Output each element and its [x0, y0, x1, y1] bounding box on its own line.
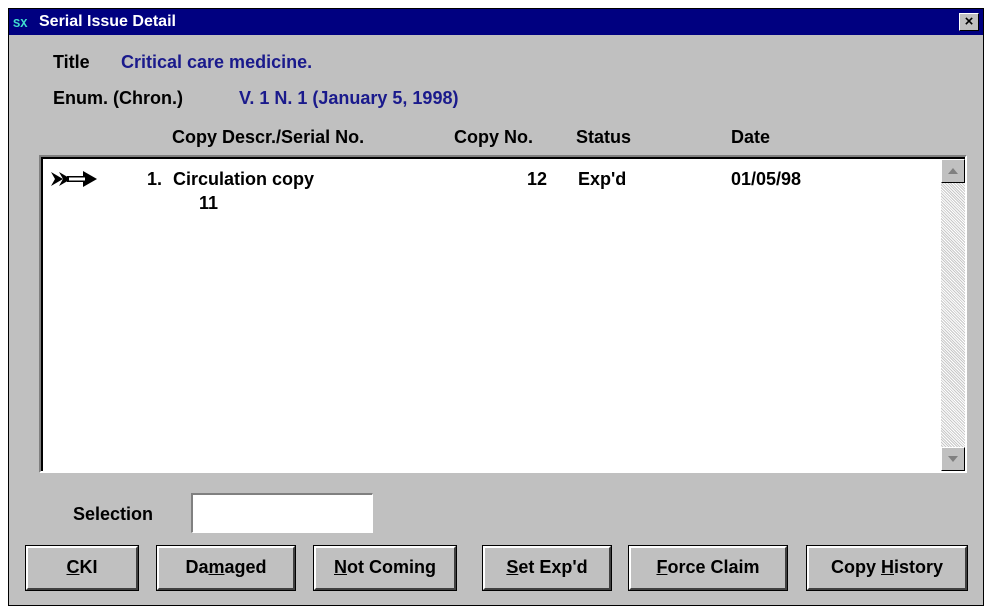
svg-text:SX: SX [13, 17, 28, 31]
close-button[interactable]: × [959, 13, 979, 31]
title-bar: SX Serial Issue Detail × [9, 9, 983, 35]
set-expd-button[interactable]: Set Exp'd [482, 545, 612, 591]
scroll-up-arrow-icon [948, 168, 958, 174]
pointer-arrow-icon [51, 171, 97, 187]
scroll-up-button[interactable] [941, 159, 965, 183]
close-icon: × [964, 13, 974, 30]
column-header-copy-descr: Copy Descr./Serial No. [172, 127, 365, 147]
copies-list[interactable]: 1. Circulation copy 11 12 Exp'd 01/05/98 [39, 155, 967, 473]
copy-history-button[interactable]: Copy History [806, 545, 968, 591]
selection-label: Selection [73, 504, 154, 524]
row-serial-no: 11 [199, 193, 219, 213]
column-header-status: Status [576, 127, 632, 147]
scroll-down-button[interactable] [941, 447, 965, 471]
selection-input[interactable] [191, 493, 373, 533]
enum-label: Enum. (Chron.) [53, 88, 183, 108]
enum-value: V. 1 N. 1 (January 5, 1998) [239, 88, 459, 108]
row-copy-no: 12 [527, 169, 548, 189]
scroll-down-arrow-icon [948, 456, 958, 462]
list-item[interactable]: 1. Circulation copy 11 12 Exp'd 01/05/98 [43, 165, 923, 217]
row-status: Exp'd [578, 169, 627, 189]
not-coming-button[interactable]: Not Coming [313, 545, 457, 591]
title-value: Critical care medicine. [121, 52, 313, 72]
column-header-copy-no: Copy No. [454, 127, 533, 147]
column-header-date: Date [731, 127, 771, 147]
title-label: Title [53, 52, 90, 72]
row-date: 01/05/98 [731, 169, 802, 189]
cki-button[interactable]: CKI [25, 545, 139, 591]
vertical-scrollbar[interactable] [941, 159, 965, 471]
app-icon: SX [12, 13, 34, 31]
window-title: Serial Issue Detail [39, 13, 176, 30]
row-copy-descr: Circulation copy [173, 169, 315, 189]
row-index: 1. [147, 169, 163, 189]
damaged-button[interactable]: Damaged [156, 545, 296, 591]
force-claim-button[interactable]: Force Claim [628, 545, 788, 591]
serial-issue-detail-window: SX Serial Issue Detail × Title Critical … [8, 8, 984, 606]
